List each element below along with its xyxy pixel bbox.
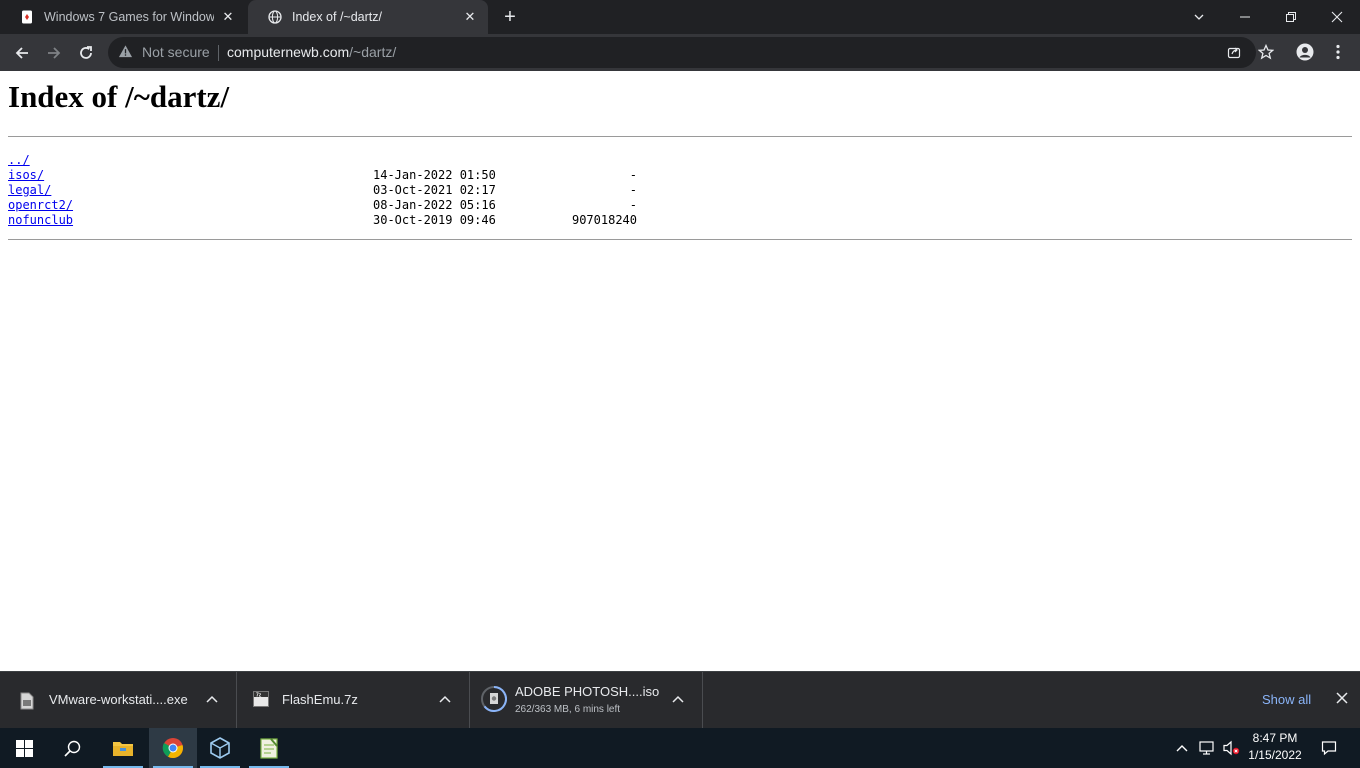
tab-windows7-games[interactable]: Windows 7 Games for Windows ✕ (0, 0, 246, 34)
file-explorer-icon[interactable] (99, 728, 147, 768)
list-item: ../ (8, 153, 648, 168)
entry-date: 14-Jan-2022 01:50 (373, 168, 496, 182)
url-path: /~dartz/ (349, 44, 397, 60)
entry-size: - (629, 183, 637, 197)
minimize-icon[interactable] (1222, 0, 1268, 34)
tab-index-dartz[interactable]: Index of /~dartz/ ✕ (248, 0, 488, 34)
tab-strip: Windows 7 Games for Windows ✕ Index of /… (0, 0, 1360, 34)
tab-title: Windows 7 Games for Windows (44, 10, 214, 24)
forward-arrow-icon[interactable] (41, 40, 67, 66)
system-clock[interactable]: 8:47 PM 1/15/2022 (1244, 730, 1306, 764)
entry-link[interactable]: nofunclub (8, 213, 73, 228)
divider (8, 239, 1352, 240)
notifications-icon[interactable] (1316, 728, 1342, 768)
close-window-icon[interactable] (1314, 0, 1360, 34)
browser-toolbar: Not secure computernewb.com/~dartz/ (0, 34, 1360, 71)
parent-directory-link[interactable]: ../ (8, 153, 30, 168)
profile-avatar-icon[interactable] (1293, 40, 1317, 64)
entry-size: 907018240 (571, 213, 637, 227)
svg-text:7z: 7z (256, 692, 262, 698)
reload-icon[interactable] (73, 40, 99, 66)
chevron-up-icon[interactable] (669, 690, 687, 708)
entry-date: 03-Oct-2021 02:17 (373, 183, 496, 197)
entry-size: - (629, 168, 637, 182)
restore-icon[interactable] (1268, 0, 1314, 34)
chevron-up-icon[interactable] (436, 690, 454, 708)
url-text[interactable]: computernewb.com/~dartz/ (227, 44, 396, 60)
chrome-icon[interactable] (149, 728, 197, 768)
more-menu-icon[interactable] (1326, 40, 1350, 64)
close-tab-icon[interactable]: ✕ (220, 9, 236, 25)
list-item: isos/ 14-Jan-2022 01:50 - (8, 168, 648, 183)
disc-image-icon (481, 686, 507, 712)
show-all-downloads-link[interactable]: Show all (1262, 692, 1311, 707)
directory-listing: ../ isos/ 14-Jan-2022 01:50 - legal/ 03-… (8, 153, 648, 228)
download-shelf: VMware-workstati....exe 7z FlashEmu.7z A… (0, 671, 1360, 728)
page-content: Index of /~dartz/ ../ isos/ 14-Jan-2022 … (0, 71, 1360, 671)
download-progress-status: 262/363 MB, 6 mins left (515, 704, 621, 715)
playing-card-favicon-icon (20, 10, 34, 24)
download-filename: ADOBE PHOTOSH....iso (515, 684, 660, 699)
exe-file-icon (19, 692, 35, 710)
bookmark-star-icon[interactable] (1254, 40, 1278, 64)
back-arrow-icon[interactable] (9, 40, 35, 66)
entry-date: 08-Jan-2022 05:16 (373, 198, 496, 212)
entry-size: - (629, 198, 637, 212)
7z-archive-icon: 7z (253, 691, 269, 709)
entry-link[interactable]: isos/ (8, 168, 44, 183)
entry-link[interactable]: openrct2/ (8, 198, 73, 213)
notepad-plus-plus-icon[interactable] (245, 728, 293, 768)
chevron-up-icon[interactable] (203, 690, 221, 708)
download-filename: VMware-workstati....exe (49, 692, 188, 707)
search-icon[interactable] (48, 728, 96, 768)
virtualbox-icon[interactable] (196, 728, 244, 768)
list-item: openrct2/ 08-Jan-2022 05:16 - (8, 198, 648, 213)
entry-link[interactable]: legal/ (8, 183, 51, 198)
list-item: nofunclub 30-Oct-2019 09:46 907018240 (8, 213, 648, 228)
download-item-adobe-photoshop[interactable]: ADOBE PHOTOSH....iso 262/363 MB, 6 mins … (470, 672, 703, 728)
network-icon[interactable] (1196, 728, 1218, 768)
entry-date: 30-Oct-2019 09:46 (373, 213, 496, 227)
list-item: legal/ 03-Oct-2021 02:17 - (8, 183, 648, 198)
close-tab-icon[interactable]: ✕ (462, 9, 478, 25)
windows-start-icon[interactable] (0, 728, 48, 768)
page-title: Index of /~dartz/ (8, 79, 230, 114)
clock-time: 8:47 PM (1252, 731, 1298, 745)
warning-icon[interactable] (118, 44, 133, 64)
download-filename: FlashEmu.7z (282, 692, 358, 707)
download-item-vmware[interactable]: VMware-workstati....exe (0, 672, 237, 728)
windows-taskbar: 8:47 PM 1/15/2022 (0, 728, 1360, 768)
globe-favicon-icon (268, 10, 282, 24)
tab-search-chevron-icon[interactable] (1176, 0, 1222, 34)
tab-title: Index of /~dartz/ (292, 10, 382, 24)
url-host: computernewb.com (227, 44, 350, 60)
show-hidden-icons-chevron-icon[interactable] (1172, 728, 1192, 768)
share-icon[interactable] (1222, 40, 1246, 64)
divider (8, 136, 1352, 137)
address-bar[interactable]: Not secure computernewb.com/~dartz/ (108, 37, 1256, 68)
close-shelf-icon[interactable] (1333, 690, 1351, 708)
new-tab-icon[interactable]: + (499, 6, 521, 28)
clock-date: 1/15/2022 (1248, 748, 1302, 762)
security-status-label[interactable]: Not secure (142, 44, 210, 60)
address-divider (218, 45, 219, 61)
download-item-flashemu[interactable]: 7z FlashEmu.7z (237, 672, 470, 728)
volume-muted-icon[interactable] (1220, 728, 1242, 768)
